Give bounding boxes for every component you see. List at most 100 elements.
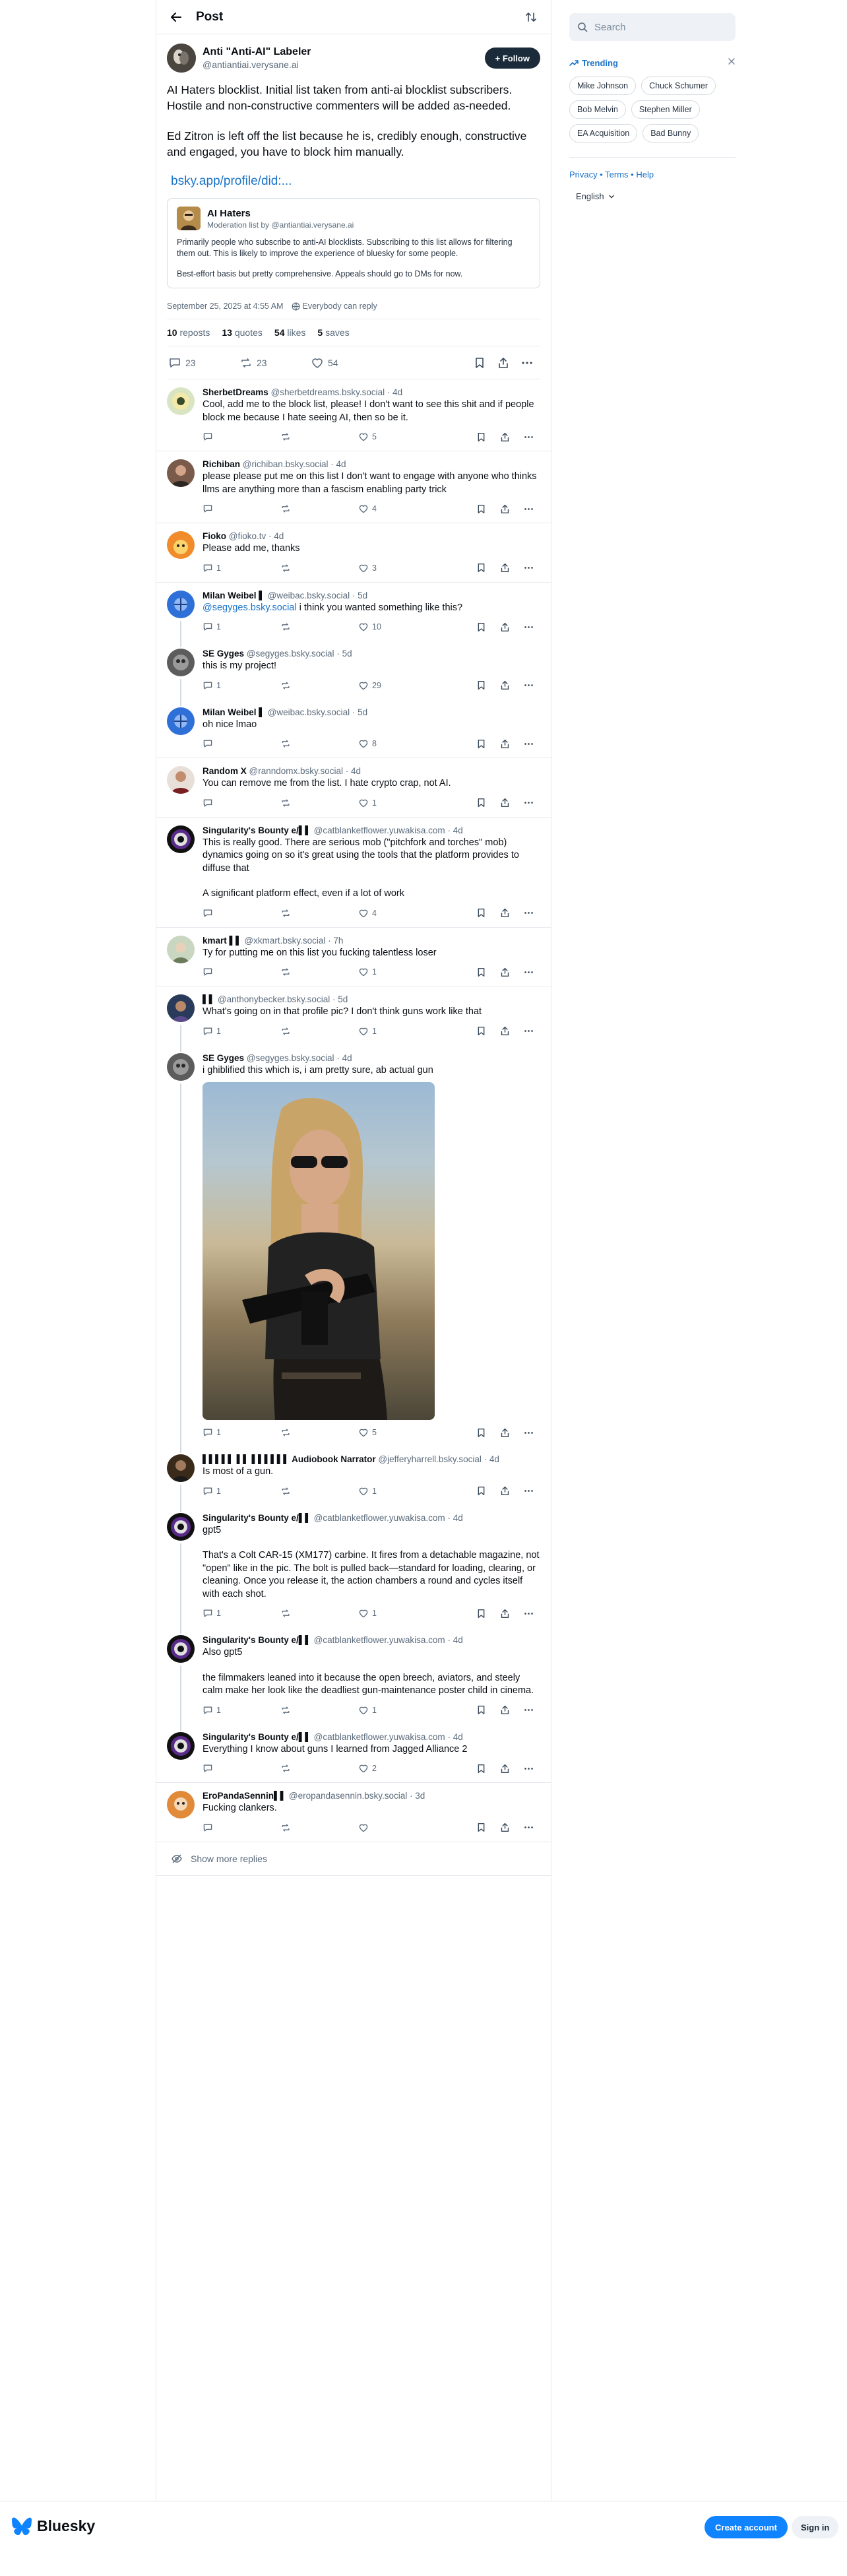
reply-author-name[interactable]: Singularity's Bounty e/▌▌ xyxy=(203,1513,311,1523)
bookmark-button[interactable] xyxy=(469,432,493,442)
repost-button[interactable] xyxy=(280,738,358,749)
reply-post[interactable]: kmart ▌▌ @xkmart.bsky.social · 7h Ty for … xyxy=(156,928,551,986)
reply-author-name[interactable]: Milan Weibel ▌ xyxy=(203,707,265,717)
reply-author-name[interactable]: SherbetDreams xyxy=(203,387,268,397)
reply-post[interactable]: Singularity's Bounty e/▌▌ @catblanketflo… xyxy=(156,1723,551,1783)
reply-time[interactable]: 3d xyxy=(415,1791,425,1801)
more-options-button[interactable] xyxy=(517,1026,540,1036)
reply-author-name[interactable]: ▌▌▌▌▌ ▌▌ ▌▌▌▌▌▌ Audiobook Narrator xyxy=(203,1454,376,1464)
reply-author-name[interactable]: Singularity's Bounty e/▌▌ xyxy=(203,1732,311,1742)
more-options-button[interactable] xyxy=(517,432,540,442)
bookmark-button[interactable] xyxy=(469,504,493,514)
reply-time[interactable]: 4d xyxy=(274,531,284,541)
reply-author-handle[interactable]: @richiban.bsky.social xyxy=(243,459,329,469)
like-button[interactable]: 3 xyxy=(358,563,436,573)
more-options-button[interactable] xyxy=(517,1764,540,1774)
share-button[interactable] xyxy=(493,1026,517,1036)
quotes-stat[interactable]: 13 quotes xyxy=(222,327,263,338)
reply-author-handle[interactable]: @segyges.bsky.social xyxy=(247,649,334,659)
more-options-button[interactable] xyxy=(517,680,540,690)
share-button[interactable] xyxy=(493,622,517,632)
reply-author-handle[interactable]: @ranndomx.bsky.social xyxy=(249,766,344,776)
reply-time[interactable]: 5d xyxy=(338,994,348,1004)
author-handle[interactable]: @antiantiai.verysane.ai xyxy=(203,59,485,70)
reply-post[interactable]: SE Gyges @segyges.bsky.social · 5d this i… xyxy=(156,641,551,699)
avatar[interactable] xyxy=(167,935,195,963)
reply-button[interactable]: 1 xyxy=(203,563,280,573)
like-button[interactable]: 4 xyxy=(358,503,436,514)
repost-button[interactable] xyxy=(280,1427,358,1438)
repost-button[interactable] xyxy=(280,908,358,918)
reply-button[interactable]: 1 xyxy=(203,622,280,632)
reply-post[interactable]: ▌▌ @anthonybecker.bsky.social · 5d What's… xyxy=(156,986,551,1045)
follow-button[interactable]: + Follow xyxy=(484,48,540,69)
repost-button[interactable] xyxy=(280,1486,358,1497)
moderation-list-card[interactable]: AI Haters Moderation list by @antiantiai… xyxy=(167,198,540,288)
repost-button[interactable] xyxy=(280,503,358,514)
reply-author-name[interactable]: Fioko xyxy=(203,531,226,541)
avatar[interactable] xyxy=(167,994,195,1022)
more-options-button[interactable] xyxy=(517,967,540,977)
reply-time[interactable]: 5d xyxy=(342,649,352,659)
reply-post[interactable]: ▌▌▌▌▌ ▌▌ ▌▌▌▌▌▌ Audiobook Narrator @jeff… xyxy=(156,1446,551,1505)
reply-author-name[interactable]: Singularity's Bounty e/▌▌ xyxy=(203,825,311,835)
reply-author-handle[interactable]: @sherbetdreams.bsky.social xyxy=(271,387,385,397)
like-button[interactable]: 54 xyxy=(311,356,382,370)
reply-author-name[interactable]: Singularity's Bounty e/▌▌ xyxy=(203,1635,311,1645)
reply-post[interactable]: SherbetDreams @sherbetdreams.bsky.social… xyxy=(156,379,551,451)
repost-button[interactable] xyxy=(280,563,358,573)
like-button[interactable]: 1 xyxy=(358,1705,436,1716)
share-button[interactable] xyxy=(493,680,517,690)
terms-link[interactable]: Terms xyxy=(605,170,628,179)
trending-topic[interactable]: Mike Johnson xyxy=(569,77,637,95)
reply-author-name[interactable]: ▌▌ xyxy=(203,994,215,1004)
likes-stat[interactable]: 54 likes xyxy=(274,327,305,338)
brand[interactable]: Bluesky xyxy=(12,2517,95,2535)
repost-button[interactable] xyxy=(280,622,358,632)
reply-post[interactable]: Fioko @fioko.tv · 4d Please add me, thank… xyxy=(156,523,551,583)
reply-post[interactable]: Milan Weibel ▌ @weibac.bsky.social · 5d o… xyxy=(156,699,551,758)
trending-topic[interactable]: Bob Melvin xyxy=(569,100,626,119)
bookmark-button[interactable] xyxy=(469,967,493,977)
reply-time[interactable]: 4d xyxy=(453,1732,463,1742)
reply-author-name[interactable]: kmart ▌▌ xyxy=(203,936,242,946)
reply-time[interactable]: 4d xyxy=(489,1454,499,1464)
more-options-button[interactable] xyxy=(517,1705,540,1715)
reply-button[interactable] xyxy=(203,1822,280,1833)
reply-button[interactable]: 1 xyxy=(203,1026,280,1037)
avatar[interactable] xyxy=(167,459,195,487)
reply-author-handle[interactable]: @catblanketflower.yuwakisa.com xyxy=(314,825,445,835)
repost-button[interactable] xyxy=(280,680,358,691)
share-button[interactable] xyxy=(493,1486,517,1496)
reply-post[interactable]: Singularity's Bounty e/▌▌ @catblanketflo… xyxy=(156,1627,551,1724)
like-button[interactable]: 5 xyxy=(358,1427,436,1438)
bookmark-button[interactable] xyxy=(469,1428,493,1438)
avatar[interactable] xyxy=(167,766,195,794)
create-account-button[interactable]: Create account xyxy=(705,2516,788,2538)
reply-author-handle[interactable]: @weibac.bsky.social xyxy=(268,591,350,600)
reply-button[interactable]: 1 xyxy=(203,680,280,691)
reply-author-name[interactable]: Richiban xyxy=(203,459,240,469)
reply-time[interactable]: 5d xyxy=(358,591,367,600)
like-button[interactable]: 8 xyxy=(358,738,436,749)
like-button[interactable]: 10 xyxy=(358,622,436,632)
reply-author-handle[interactable]: @weibac.bsky.social xyxy=(268,707,350,717)
repost-button[interactable] xyxy=(280,1608,358,1619)
bookmark-button[interactable] xyxy=(468,357,491,369)
bookmark-button[interactable] xyxy=(469,1822,493,1832)
bookmark-button[interactable] xyxy=(469,622,493,632)
like-button[interactable]: 4 xyxy=(358,908,436,918)
reply-time[interactable]: 7h xyxy=(333,936,343,946)
reply-button[interactable] xyxy=(203,503,280,514)
mention-link[interactable]: @segyges.bsky.social xyxy=(203,602,297,613)
reply-time[interactable]: 4d xyxy=(453,1635,463,1645)
like-button[interactable]: 5 xyxy=(358,432,436,442)
reply-time[interactable]: 5d xyxy=(358,707,367,717)
more-options-button[interactable] xyxy=(517,1609,540,1619)
more-options-button[interactable] xyxy=(517,504,540,514)
avatar[interactable] xyxy=(167,1454,195,1482)
more-options-button[interactable] xyxy=(517,739,540,749)
reply-author-handle[interactable]: @catblanketflower.yuwakisa.com xyxy=(314,1513,445,1523)
share-button[interactable] xyxy=(493,1822,517,1832)
repost-button[interactable]: 23 xyxy=(239,356,311,370)
